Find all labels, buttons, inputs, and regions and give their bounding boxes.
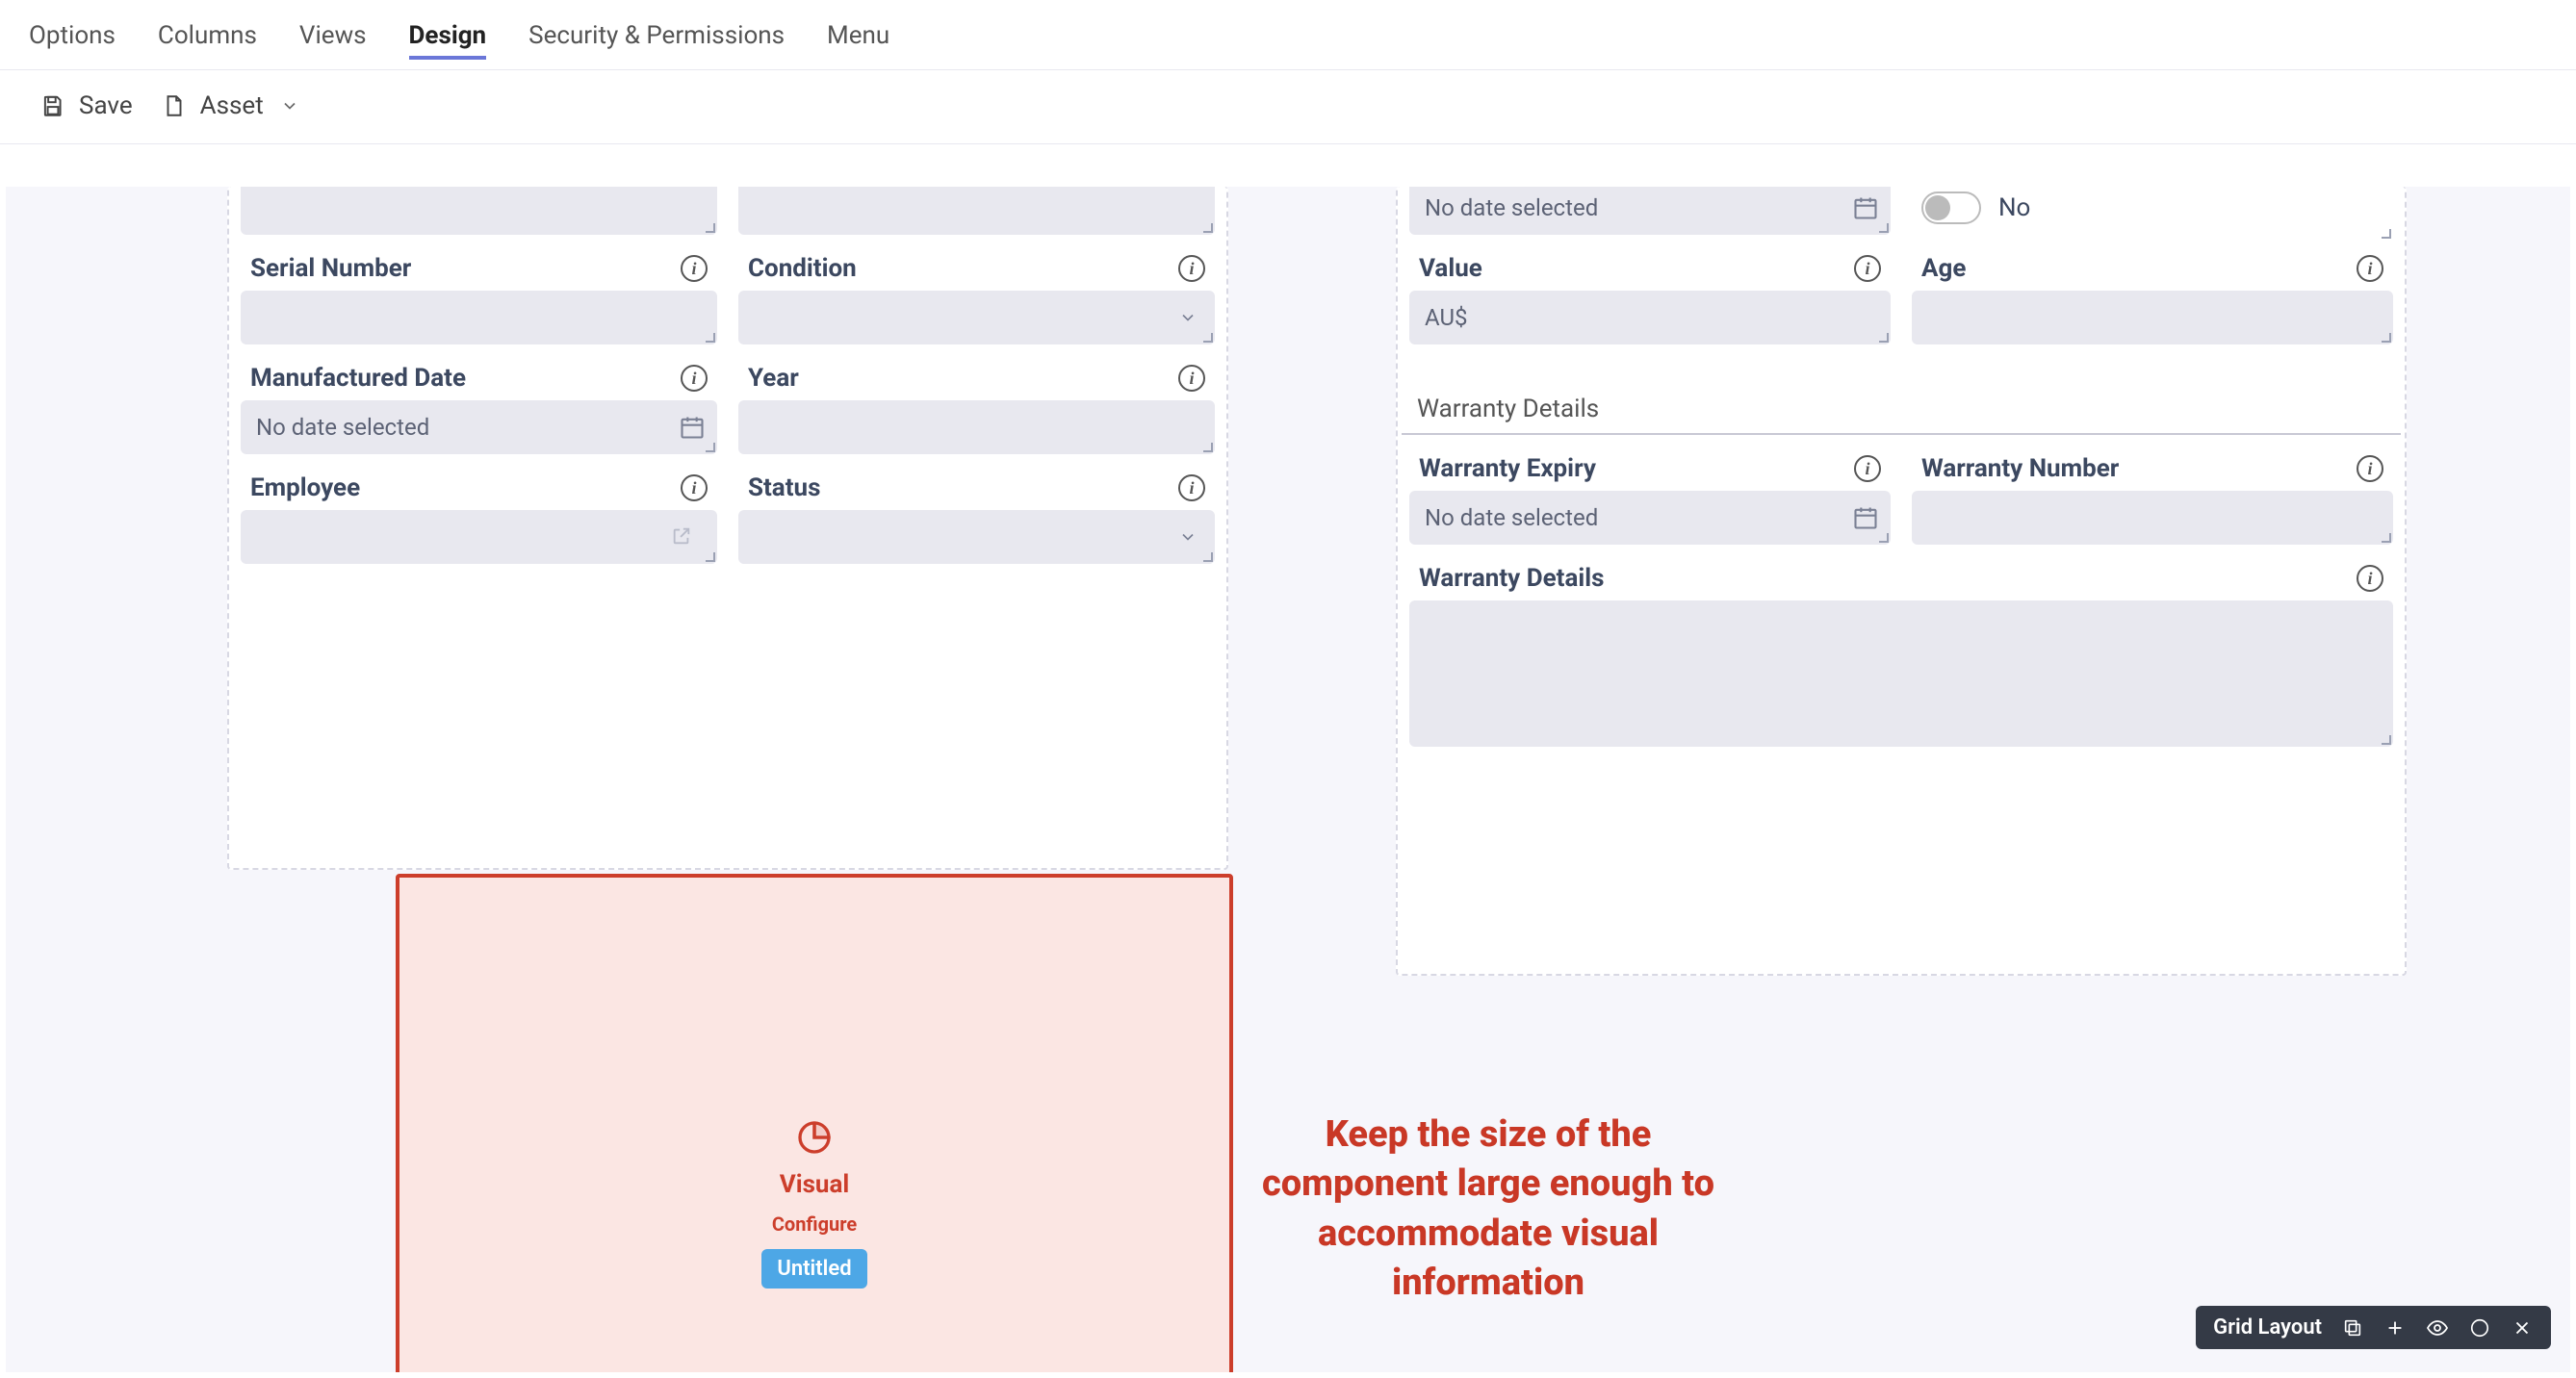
date-placeholder: No date selected <box>1425 504 1598 531</box>
info-icon[interactable] <box>1178 474 1205 501</box>
tab-views[interactable]: Views <box>299 21 367 56</box>
age-field: Age <box>1908 242 2397 352</box>
status-select[interactable] <box>738 510 1215 564</box>
field-label-text: Warranty Details <box>1419 564 1604 593</box>
blank-input[interactable] <box>241 187 717 235</box>
serial-number-input[interactable] <box>241 291 717 344</box>
calendar-icon[interactable] <box>679 414 706 441</box>
open-icon[interactable] <box>671 525 694 549</box>
warranty-expiry-input[interactable]: No date selected <box>1409 491 1891 545</box>
warranty-details-textarea[interactable] <box>1409 600 2393 747</box>
calendar-icon[interactable] <box>1852 194 1879 221</box>
age-input[interactable] <box>1912 291 2393 344</box>
field-label-text: Warranty Expiry <box>1419 454 1596 483</box>
blank-field <box>734 187 1219 242</box>
employee-lookup[interactable] <box>241 510 717 564</box>
field-label-text: Employee <box>250 473 360 502</box>
close-icon[interactable] <box>2511 1316 2534 1340</box>
design-canvas[interactable]: Serial Number Condition Manufactured <box>6 187 2570 1372</box>
visual-component[interactable]: Visual Configure Untitled <box>396 874 1233 1372</box>
info-icon[interactable] <box>2357 455 2383 482</box>
chevron-down-icon <box>275 91 304 120</box>
info-icon[interactable] <box>2357 565 2383 592</box>
field-label-text: Serial Number <box>250 254 411 283</box>
section-title: Warranty Details <box>1402 352 2401 435</box>
toolbar: Save Asset <box>0 70 2576 144</box>
grid-layout-panel[interactable]: Grid Layout <box>2196 1306 2551 1349</box>
grid-layout-label: Grid Layout <box>2213 1315 2322 1340</box>
pie-chart-icon <box>795 1118 834 1157</box>
annotation-text: Keep the size of the component large eno… <box>1257 1110 1719 1308</box>
date-placeholder: No date selected <box>256 414 429 441</box>
employee-field: Employee <box>237 462 721 572</box>
tab-menu[interactable]: Menu <box>827 21 889 56</box>
currency-prefix: AU$ <box>1425 304 1468 331</box>
circle-icon[interactable] <box>2468 1316 2491 1340</box>
calendar-icon[interactable] <box>1852 504 1879 531</box>
condition-select[interactable] <box>738 291 1215 344</box>
top-date-field: No date selected <box>1405 187 1894 242</box>
info-icon[interactable] <box>681 474 708 501</box>
warranty-number-input[interactable] <box>1912 491 2393 545</box>
warranty-number-field: Warranty Number <box>1908 443 2397 552</box>
field-label-text: Condition <box>748 254 857 283</box>
condition-field: Condition <box>734 242 1219 352</box>
info-icon[interactable] <box>1854 255 1881 282</box>
info-icon[interactable] <box>681 365 708 392</box>
info-icon[interactable] <box>681 255 708 282</box>
tab-design[interactable]: Design <box>409 21 487 60</box>
header-tabs: Options Columns Views Design Security & Perm… <box>0 0 2576 70</box>
chevron-down-icon <box>1178 527 1198 547</box>
tab-columns[interactable]: Columns <box>158 21 257 56</box>
value-field: Value AU$ <box>1405 242 1894 352</box>
document-icon <box>160 91 189 120</box>
visual-badge[interactable]: Untitled <box>761 1249 866 1289</box>
visual-title: Visual <box>780 1170 850 1199</box>
field-label-text: Status <box>748 473 820 502</box>
field-label-text: Year <box>748 364 799 393</box>
chevron-down-icon <box>1178 308 1198 327</box>
save-button[interactable]: Save <box>39 91 133 120</box>
value-input[interactable]: AU$ <box>1409 291 1891 344</box>
field-label-text: Age <box>1921 254 1966 283</box>
top-toggle-field: No <box>1908 187 2397 242</box>
right-form-region[interactable]: No date selected No <box>1396 187 2407 976</box>
tab-options[interactable]: Options <box>29 21 116 56</box>
toggle-switch[interactable] <box>1921 191 1981 224</box>
year-input[interactable] <box>738 400 1215 454</box>
blank-field <box>237 187 721 242</box>
blank-input[interactable] <box>738 187 1215 235</box>
tab-security-permissions[interactable]: Security & Permissions <box>528 21 785 56</box>
document-dropdown[interactable]: Asset <box>160 91 304 120</box>
field-label-text: Warranty Number <box>1921 454 2119 483</box>
toggle-label: No <box>1998 193 2030 222</box>
copy-icon[interactable] <box>2341 1316 2364 1340</box>
info-icon[interactable] <box>1854 455 1881 482</box>
manufactured-date-input[interactable]: No date selected <box>241 400 717 454</box>
document-label: Asset <box>200 91 264 120</box>
save-label: Save <box>79 91 133 120</box>
warranty-details-field: Warranty Details <box>1405 552 2397 754</box>
plus-icon[interactable] <box>2383 1316 2407 1340</box>
save-icon <box>39 91 67 120</box>
info-icon[interactable] <box>2357 255 2383 282</box>
eye-icon[interactable] <box>2426 1316 2449 1340</box>
manufactured-date-field: Manufactured Date No date selected <box>237 352 721 462</box>
info-icon[interactable] <box>1178 365 1205 392</box>
info-icon[interactable] <box>1178 255 1205 282</box>
visual-configure-link[interactable]: Configure <box>772 1212 857 1236</box>
top-date-input[interactable]: No date selected <box>1409 187 1891 235</box>
field-label-text: Value <box>1419 254 1482 283</box>
year-field: Year <box>734 352 1219 462</box>
warranty-expiry-field: Warranty Expiry No date selected <box>1405 443 1894 552</box>
serial-number-field: Serial Number <box>237 242 721 352</box>
left-form-region[interactable]: Serial Number Condition Manufactured <box>227 187 1228 870</box>
date-placeholder: No date selected <box>1425 194 1598 221</box>
field-label-text: Manufactured Date <box>250 364 466 393</box>
status-field: Status <box>734 462 1219 572</box>
